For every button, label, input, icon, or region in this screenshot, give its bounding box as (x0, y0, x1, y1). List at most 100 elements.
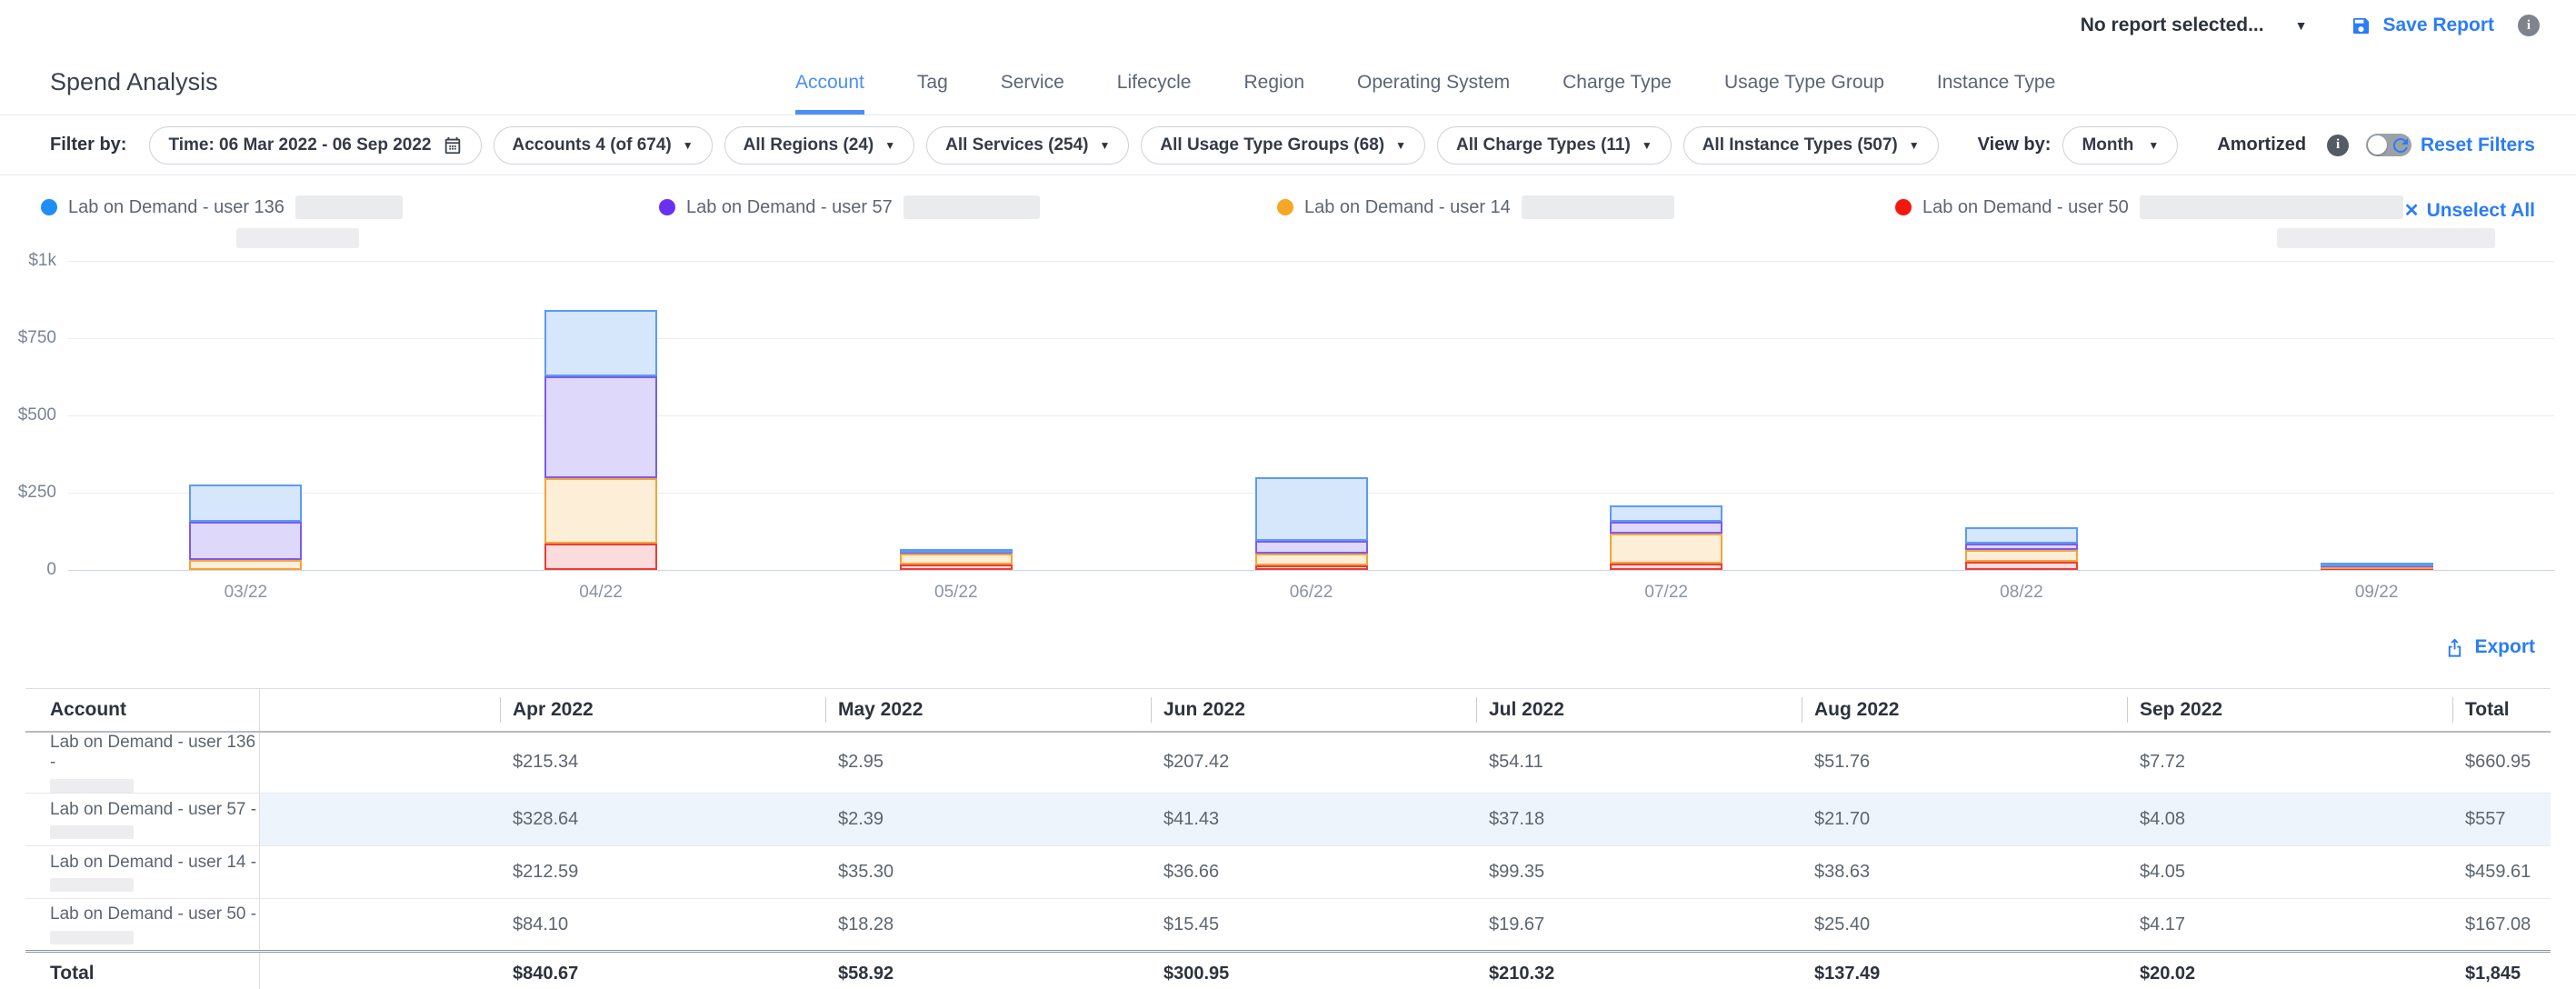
reset-filters-button[interactable]: Reset Filters (2390, 135, 2535, 156)
value-cell: $36.66 (1151, 846, 1476, 899)
info-icon[interactable]: i (2518, 15, 2540, 36)
column-header-may-2022: May 2022 (825, 689, 1151, 732)
account-name: Lab on Demand - user 136 - (50, 733, 259, 774)
filter-pill-time-06-mar-2022-06-sep-2022[interactable]: Time: 06 Mar 2022 - 06 Sep 2022 (149, 126, 481, 165)
bar-segment-08-22-lab-on-demand-user-50[interactable] (1965, 562, 2078, 570)
filter-pill-all-services[interactable]: All Services (254)▼ (926, 126, 1129, 165)
tab-usage-type-group[interactable]: Usage Type Group (1724, 72, 1884, 115)
value-cell: $54.11 (1476, 732, 1802, 794)
column-header-jun-2022: Jun 2022 (1151, 689, 1476, 732)
value-cell: $99.35 (1476, 846, 1802, 899)
filter-pill-all-instance-types[interactable]: All Instance Types (507)▼ (1683, 126, 1939, 165)
amortized-info-icon[interactable]: i (2327, 135, 2349, 156)
view-by-select[interactable]: Month ▼ (2062, 126, 2178, 165)
redacted-text (50, 779, 134, 793)
filter-pill-all-charge-types[interactable]: All Charge Types (11)▼ (1437, 126, 1672, 165)
x-axis-tick-label: 06/22 (1239, 583, 1384, 603)
pill-label: Time: 06 Mar 2022 - 06 Sep 2022 (168, 135, 431, 155)
y-axis-tick-label: $250 (0, 483, 56, 503)
tab-charge-type[interactable]: Charge Type (1563, 72, 1672, 115)
table-total-row: Total$840.67$58.92$300.95$210.32$137.49$… (25, 952, 2551, 989)
filter-pill-all-regions[interactable]: All Regions (24)▼ (724, 126, 914, 165)
bar-segment-03-22-lab-on-demand-user-14[interactable] (189, 560, 302, 570)
chevron-down-icon: ▼ (1100, 139, 1111, 152)
report-selector-dropdown[interactable]: No report selected... ▼ (2081, 15, 2308, 36)
tab-account[interactable]: Account (795, 72, 864, 115)
tab-operating-system[interactable]: Operating System (1357, 72, 1510, 115)
legend-dot-icon (1895, 199, 1912, 215)
bar-segment-07-22-lab-on-demand-user-50[interactable] (1610, 564, 1722, 570)
table-row: Lab on Demand - user 136 -$215.34$2.95$2… (25, 732, 2551, 794)
legend-item-lab-on-demand-user-136[interactable]: Lab on Demand - user 136 (41, 195, 403, 219)
legend-item-lab-on-demand-user-50[interactable]: Lab on Demand - user 50 (1895, 195, 2403, 219)
column-header-total: Total (2452, 689, 2551, 732)
tab-region[interactable]: Region (1243, 72, 1304, 115)
column-header-jul-2022: Jul 2022 (1476, 689, 1802, 732)
bar-segment-05-22-lab-on-demand-user-14[interactable] (900, 554, 1013, 564)
column-header-account: Account (25, 689, 259, 732)
export-label: Export (2474, 636, 2535, 658)
export-icon (2444, 637, 2465, 658)
account-cell: Lab on Demand - user 14 - (25, 846, 259, 899)
total-value-cell: $58.92 (825, 952, 1151, 989)
x-axis-tick-label: 07/22 (1593, 583, 1739, 603)
reset-filters-label: Reset Filters (2421, 135, 2535, 156)
view-by-label: View by: (1978, 135, 2052, 155)
filter-pill-accounts-4[interactable]: Accounts 4 (of 674)▼ (494, 126, 713, 165)
bar-segment-04-22-lab-on-demand-user-50[interactable] (544, 544, 657, 570)
bar-segment-08-22-lab-on-demand-user-57[interactable] (1965, 544, 2078, 550)
bar-segment-08-22-lab-on-demand-user-14[interactable] (1965, 550, 2078, 562)
filter-pills: Time: 06 Mar 2022 - 06 Sep 2022 Accounts … (149, 126, 1938, 165)
bar-segment-07-22-lab-on-demand-user-14[interactable] (1610, 534, 1722, 564)
redacted-text (904, 195, 1040, 219)
tab-lifecycle[interactable]: Lifecycle (1117, 72, 1192, 115)
bar-segment-08-22-lab-on-demand-user-136[interactable] (1965, 527, 2078, 544)
y-axis-tick-label: $750 (0, 328, 56, 348)
legend-item-lab-on-demand-user-57[interactable]: Lab on Demand - user 57 (659, 195, 1040, 219)
filter-bar: Filter by: Time: 06 Mar 2022 - 06 Sep 20… (0, 115, 2576, 175)
bar-segment-06-22-lab-on-demand-user-50[interactable] (1255, 565, 1368, 570)
bar-segment-04-22-lab-on-demand-user-136[interactable] (544, 310, 657, 376)
close-icon: ✕ (2404, 199, 2420, 222)
bar-segment-07-22-lab-on-demand-user-136[interactable] (1610, 505, 1722, 522)
total-value-cell: $840.67 (500, 952, 825, 989)
value-cell: $660.95 (2452, 732, 2551, 794)
legend-item-lab-on-demand-user-14[interactable]: Lab on Demand - user 14 (1277, 195, 1674, 219)
bar-segment-04-22-lab-on-demand-user-57[interactable] (544, 376, 657, 478)
export-button[interactable]: Export (2444, 636, 2535, 658)
export-row: Export (0, 629, 2576, 676)
bar-segment-06-22-lab-on-demand-user-57[interactable] (1255, 541, 1368, 554)
tab-tag[interactable]: Tag (917, 72, 948, 115)
value-cell: $4.17 (2127, 899, 2452, 952)
tab-instance-type[interactable]: Instance Type (1937, 72, 2055, 115)
bar-segment-09-22-lab-on-demand-user-136[interactable] (2321, 563, 2433, 566)
account-cell: Lab on Demand - user 136 - (25, 732, 259, 794)
amortized-label: Amortized (2217, 135, 2306, 155)
pill-label: All Usage Type Groups (68) (1160, 135, 1384, 155)
x-axis-tick-label: 08/22 (1949, 583, 2094, 603)
bar-segment-05-22-lab-on-demand-user-136[interactable] (900, 549, 1013, 553)
total-value-cell: $300.95 (1151, 952, 1476, 989)
bar-segment-03-22-lab-on-demand-user-57[interactable] (189, 522, 302, 559)
chevron-down-icon: ▼ (2148, 139, 2159, 152)
bar-segment-06-22-lab-on-demand-user-136[interactable] (1255, 477, 1368, 542)
reset-icon (2390, 135, 2411, 156)
redacted-text (295, 195, 403, 219)
tab-service[interactable]: Service (1001, 72, 1064, 115)
redacted-text (2140, 195, 2403, 219)
unselect-all-button[interactable]: ✕ Unselect All (2404, 199, 2535, 222)
save-report-button[interactable]: Save Report (2351, 15, 2494, 36)
bar-segment-05-22-lab-on-demand-user-50[interactable] (900, 564, 1013, 570)
y-axis-tick-label: $1k (0, 251, 56, 271)
bar-segment-04-22-lab-on-demand-user-14[interactable] (544, 478, 657, 544)
value-cell: $18.28 (825, 899, 1151, 952)
bar-segment-07-22-lab-on-demand-user-57[interactable] (1610, 522, 1722, 534)
cell-spacer (259, 899, 500, 952)
pill-label: Accounts 4 (of 674) (513, 135, 672, 155)
chart-legend: ✕ Unselect All Lab on Demand - user 136 L… (0, 186, 2576, 252)
bar-segment-03-22-lab-on-demand-user-136[interactable] (189, 485, 302, 522)
report-selector-value: No report selected... (2081, 15, 2264, 36)
pill-label: All Regions (24) (744, 135, 874, 155)
bar-segment-06-22-lab-on-demand-user-14[interactable] (1255, 554, 1368, 564)
filter-pill-all-usage-type-groups[interactable]: All Usage Type Groups (68)▼ (1141, 126, 1425, 165)
